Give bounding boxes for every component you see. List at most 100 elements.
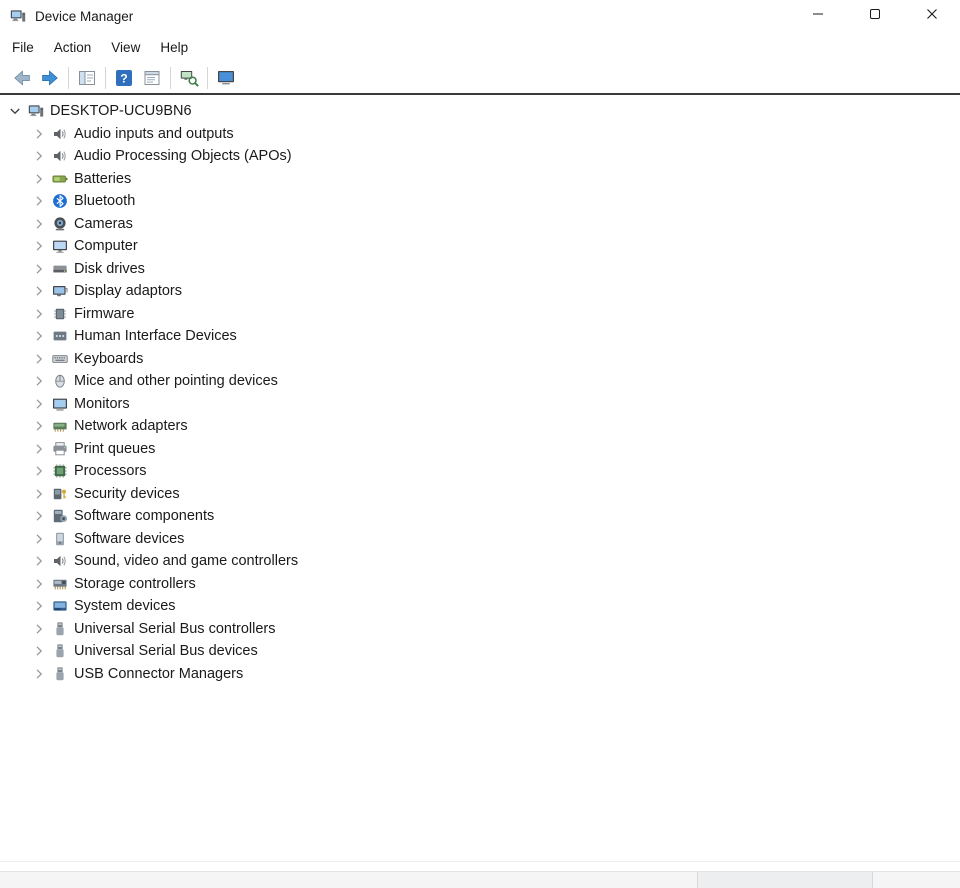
tree-item[interactable]: Processors bbox=[0, 460, 960, 483]
tree-item-label: Human Interface Devices bbox=[74, 328, 237, 344]
help-button[interactable]: ? bbox=[110, 65, 138, 91]
speaker-icon bbox=[51, 553, 68, 569]
chevron-right-icon[interactable] bbox=[30, 171, 47, 187]
close-button[interactable] bbox=[903, 0, 960, 32]
chevron-right-icon[interactable] bbox=[30, 328, 47, 344]
chevron-right-icon[interactable] bbox=[30, 396, 47, 412]
tree-item[interactable]: Sound, video and game controllers bbox=[0, 550, 960, 573]
show-console-tree-button[interactable] bbox=[73, 65, 101, 91]
chevron-right-icon[interactable] bbox=[30, 216, 47, 232]
chevron-right-icon[interactable] bbox=[30, 508, 47, 524]
chevron-right-icon[interactable] bbox=[30, 463, 47, 479]
chevron-right-icon[interactable] bbox=[30, 643, 47, 659]
properties-button[interactable] bbox=[138, 65, 166, 91]
chevron-right-icon[interactable] bbox=[30, 666, 47, 682]
usb-icon bbox=[51, 621, 68, 637]
chevron-right-icon[interactable] bbox=[30, 553, 47, 569]
menu-help[interactable]: Help bbox=[150, 36, 198, 59]
tree-item-label: USB Connector Managers bbox=[74, 666, 243, 682]
tree-item[interactable]: Mice and other pointing devices bbox=[0, 370, 960, 393]
chevron-right-icon[interactable] bbox=[30, 576, 47, 592]
maximize-button[interactable] bbox=[846, 0, 903, 32]
svg-text:?: ? bbox=[120, 71, 127, 85]
tree-item-label: Audio Processing Objects (APOs) bbox=[74, 148, 292, 164]
tree-item-label: Software components bbox=[74, 508, 214, 524]
computer-view-button[interactable] bbox=[212, 65, 240, 91]
tree-item[interactable]: Disk drives bbox=[0, 258, 960, 281]
menu-file[interactable]: File bbox=[2, 36, 44, 59]
chevron-right-icon[interactable] bbox=[30, 441, 47, 457]
chevron-right-icon[interactable] bbox=[30, 418, 47, 434]
storage-icon bbox=[51, 576, 68, 592]
tree-item[interactable]: Universal Serial Bus controllers bbox=[0, 618, 960, 641]
tree-item[interactable]: Software components bbox=[0, 505, 960, 528]
back-button[interactable] bbox=[8, 65, 36, 91]
console-tree-icon bbox=[77, 68, 97, 88]
disk-icon bbox=[51, 261, 68, 277]
hid-icon bbox=[51, 328, 68, 344]
tree-item[interactable]: Computer bbox=[0, 235, 960, 258]
printer-icon bbox=[51, 441, 68, 457]
device-manager-window: Device Manager FileActionViewHelp ? DESK… bbox=[0, 0, 960, 888]
chevron-right-icon[interactable] bbox=[30, 261, 47, 277]
tree-item-label: Disk drives bbox=[74, 261, 145, 277]
chevron-right-icon[interactable] bbox=[30, 351, 47, 367]
tree-item[interactable]: Cameras bbox=[0, 213, 960, 236]
chevron-right-icon[interactable] bbox=[30, 126, 47, 142]
minimize-icon bbox=[812, 7, 824, 25]
tree-item[interactable]: Audio Processing Objects (APOs) bbox=[0, 145, 960, 168]
tree-item-label: Universal Serial Bus devices bbox=[74, 643, 258, 659]
chevron-right-icon[interactable] bbox=[30, 373, 47, 389]
chevron-right-icon[interactable] bbox=[30, 283, 47, 299]
tree-item[interactable]: Print queues bbox=[0, 438, 960, 461]
computer-icon bbox=[51, 238, 68, 254]
battery-icon bbox=[51, 171, 68, 187]
tree-item-label: Universal Serial Bus controllers bbox=[74, 621, 275, 637]
tree-item-label: Processors bbox=[74, 463, 147, 479]
chevron-right-icon[interactable] bbox=[30, 193, 47, 209]
tree-item-label: Storage controllers bbox=[74, 576, 196, 592]
monitor-icon bbox=[51, 396, 68, 412]
menu-view[interactable]: View bbox=[101, 36, 150, 59]
tree-root[interactable]: DESKTOP-UCU9BN6 bbox=[0, 100, 960, 123]
tree-item[interactable]: Keyboards bbox=[0, 348, 960, 371]
software-component-icon bbox=[51, 508, 68, 524]
tree-item[interactable]: Security devices bbox=[0, 483, 960, 506]
tree-item-label: Sound, video and game controllers bbox=[74, 553, 298, 569]
tree-item[interactable]: USB Connector Managers bbox=[0, 663, 960, 686]
tree-item[interactable]: Storage controllers bbox=[0, 573, 960, 596]
toolbar-separator bbox=[68, 67, 69, 89]
tree-item[interactable]: Batteries bbox=[0, 168, 960, 191]
chevron-right-icon[interactable] bbox=[30, 621, 47, 637]
tree-item[interactable]: Bluetooth bbox=[0, 190, 960, 213]
tree-item[interactable]: System devices bbox=[0, 595, 960, 618]
tree-item[interactable]: Audio inputs and outputs bbox=[0, 123, 960, 146]
computer-root-icon bbox=[27, 103, 44, 119]
scan-hardware-changes-button[interactable] bbox=[175, 65, 203, 91]
tree-item-label: Firmware bbox=[74, 306, 134, 322]
toolbar: ? bbox=[0, 62, 960, 95]
tree-item-label: Security devices bbox=[74, 486, 180, 502]
tree-item[interactable]: Firmware bbox=[0, 303, 960, 326]
speaker-icon bbox=[51, 148, 68, 164]
security-icon bbox=[51, 486, 68, 502]
tree-item[interactable]: Network adapters bbox=[0, 415, 960, 438]
chevron-down-icon[interactable] bbox=[6, 103, 23, 119]
chevron-right-icon[interactable] bbox=[30, 148, 47, 164]
chevron-right-icon[interactable] bbox=[30, 531, 47, 547]
chevron-right-icon[interactable] bbox=[30, 306, 47, 322]
menu-action[interactable]: Action bbox=[44, 36, 102, 59]
tree-item[interactable]: Human Interface Devices bbox=[0, 325, 960, 348]
window-title: Device Manager bbox=[35, 9, 133, 24]
tree-item[interactable]: Software devices bbox=[0, 528, 960, 551]
tree-item-label: Bluetooth bbox=[74, 193, 135, 209]
tree-item[interactable]: Universal Serial Bus devices bbox=[0, 640, 960, 663]
chevron-right-icon[interactable] bbox=[30, 238, 47, 254]
tree-item[interactable]: Display adaptors bbox=[0, 280, 960, 303]
forward-button[interactable] bbox=[36, 65, 64, 91]
tree-item-label: Batteries bbox=[74, 171, 131, 187]
chevron-right-icon[interactable] bbox=[30, 486, 47, 502]
minimize-button[interactable] bbox=[789, 0, 846, 32]
tree-item[interactable]: Monitors bbox=[0, 393, 960, 416]
chevron-right-icon[interactable] bbox=[30, 598, 47, 614]
